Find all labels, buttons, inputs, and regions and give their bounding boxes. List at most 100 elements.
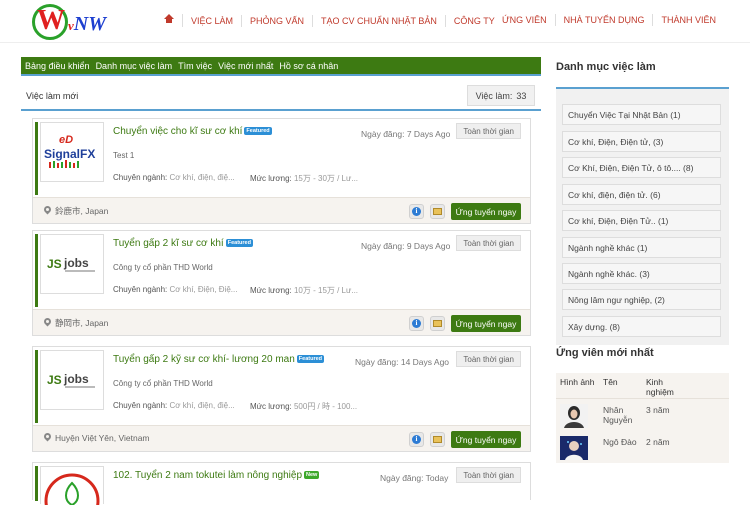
job-card[interactable]: JS jobs Tuyển gấp 2 kĩ sư cơ khí Featured… xyxy=(32,230,531,336)
jobs-count-value: 33 xyxy=(516,90,527,101)
jobs-title: Việc làm mới xyxy=(26,91,79,101)
apply-button[interactable]: Ứng tuyển ngay xyxy=(451,431,521,448)
svg-text:eD: eD xyxy=(59,134,73,146)
category-item[interactable]: Cơ khí, điện, điện tử. (6) xyxy=(562,184,721,205)
job-card[interactable]: eD SignalFX Chuyển việc cho kĩ sư cơ khí… xyxy=(32,118,531,224)
category-item[interactable]: Ngành nghề khác. (3) xyxy=(562,263,721,284)
toolbar-latest[interactable]: Việc mới nhất xyxy=(218,61,273,71)
message-button[interactable] xyxy=(430,316,445,331)
category-item[interactable]: Ngành nghề khác (1) xyxy=(562,237,721,258)
job-industry: Chuyên ngành: Cơ khí, điện, điệ... xyxy=(113,401,235,410)
svg-text:jobs: jobs xyxy=(63,372,89,386)
card-footer: 静岡市, Japan i Ứng tuyển ngay xyxy=(33,309,530,335)
envelope-icon xyxy=(433,208,442,215)
svg-text:JS: JS xyxy=(47,373,62,387)
categories-title: Danh mục việc làm xyxy=(556,61,656,73)
info-button[interactable]: i xyxy=(409,204,424,219)
nav-tao-cv[interactable]: TẠO CV CHUẨN NHẬT BẢN xyxy=(313,14,446,27)
card-footer: Huyện Việt Yên, Vietnam i Ứng tuyển ngay xyxy=(33,425,530,451)
job-date: Ngày đăng: 9 Days Ago xyxy=(361,241,451,251)
message-button[interactable] xyxy=(430,204,445,219)
nav-viec-lam[interactable]: VIỆC LÀM xyxy=(183,14,243,27)
svg-text:jobs: jobs xyxy=(63,256,89,270)
job-card[interactable]: JS jobs Tuyển gấp 2 kỹ sư cơ khí- lương … xyxy=(32,346,531,452)
card-accent xyxy=(35,122,38,195)
jobs-count-badge: Việc làm: 33 xyxy=(467,85,535,106)
candidates-header: Hình ảnh Tên Kinh nghiệm xyxy=(556,373,729,399)
candidates-table: Hình ảnh Tên Kinh nghiệm Nhân Nguyễn 3 n… xyxy=(556,373,729,463)
job-salary: Mức lương: 10万 - 15万 / Lư... xyxy=(250,286,359,295)
card-accent xyxy=(35,234,38,307)
col-image: Hình ảnh xyxy=(560,377,595,387)
user-nav: ỨNG VIÊN NHÀ TUYỂN DỤNG THÀNH VIÊN xyxy=(494,14,724,26)
featured-badge: Featured xyxy=(296,355,325,364)
site-header: W vNW VIỆC LÀM PHỎNG VẤN TẠO CV CHUẨN NH… xyxy=(0,0,750,44)
job-type-tag: Toàn thời gian xyxy=(456,123,521,139)
map-pin-icon xyxy=(44,318,51,328)
jobs-count-label: Việc làm: xyxy=(475,90,513,101)
job-type-tag: Toàn thời gian xyxy=(456,351,521,367)
jobs-header: Việc làm mới Việc làm: 33 xyxy=(21,84,541,111)
job-title[interactable]: Tuyển gấp 2 kỹ sư cơ khí- lương 20 man Fe… xyxy=(113,354,325,365)
company-logo-jobs[interactable]: JS jobs xyxy=(40,234,104,294)
job-date: Ngày đăng: 7 Days Ago xyxy=(361,129,451,139)
header-divider xyxy=(0,42,750,43)
job-location: 鈴鹿市, Japan xyxy=(44,205,108,217)
avatar[interactable] xyxy=(560,404,588,428)
company-name: Công ty cổ phần THD World xyxy=(113,263,213,272)
toolbar-profile[interactable]: Hồ sơ cá nhân xyxy=(279,61,338,71)
home-link[interactable] xyxy=(156,14,183,27)
envelope-icon xyxy=(433,320,442,327)
candidate-row[interactable]: Nhân Nguyễn 3 năm xyxy=(556,401,729,433)
card-accent xyxy=(35,466,38,501)
map-pin-icon xyxy=(44,433,51,443)
avatar[interactable] xyxy=(560,436,588,460)
card-footer: 鈴鹿市, Japan i Ứng tuyển ngay xyxy=(33,197,530,223)
new-badge: New xyxy=(304,471,320,480)
toolbar-categories[interactable]: Danh mục việc làm xyxy=(96,61,173,71)
company-logo-jobs[interactable]: JS jobs xyxy=(40,350,104,410)
company-logo-signalfx[interactable]: eD SignalFX xyxy=(40,122,104,182)
svg-text:SignalFX: SignalFX xyxy=(44,147,95,161)
site-logo[interactable]: W vNW xyxy=(32,4,128,40)
job-title[interactable]: 102. Tuyển 2 nam tokutei làm nông nghiệp… xyxy=(113,470,320,481)
candidate-exp: 3 năm xyxy=(646,405,670,415)
logo-text: vNW xyxy=(68,13,107,35)
job-salary: Mức lương: 15万 - 30万 / Lư... xyxy=(250,174,359,183)
candidate-name[interactable]: Nhân Nguyễn xyxy=(603,405,643,425)
featured-badge: Featured xyxy=(225,239,253,248)
toolbar-dashboard[interactable]: Bảng điều khiển xyxy=(25,61,90,71)
info-button[interactable]: i xyxy=(409,432,424,447)
job-title[interactable]: Chuyển việc cho kĩ sư cơ khí Featured xyxy=(113,126,272,137)
nav-nha-tuyen-dung[interactable]: NHÀ TUYỂN DỤNG xyxy=(556,14,654,26)
job-card[interactable]: 102. Tuyển 2 nam tokutei làm nông nghiệp… xyxy=(32,462,531,505)
main-nav: VIỆC LÀM PHỎNG VẤN TẠO CV CHUẨN NHẬT BẢN… xyxy=(156,14,503,27)
category-item[interactable]: Cơ Khí, Điện, Điện Tử, ô tô.... (8) xyxy=(562,157,721,178)
job-industry: Chuyên ngành: Cơ khí, điện, điệ... xyxy=(113,173,235,182)
job-title[interactable]: Tuyển gấp 2 kĩ sư cơ khí Featured xyxy=(113,238,253,249)
home-icon xyxy=(164,14,174,24)
candidate-name[interactable]: Ngô Đào xyxy=(603,437,637,447)
apply-button[interactable]: Ứng tuyển ngay xyxy=(451,203,521,220)
company-name: Test 1 xyxy=(113,151,135,160)
dashboard-toolbar: Bảng điều khiển Danh mục việc làm Tìm vi… xyxy=(21,57,541,76)
nav-phong-van[interactable]: PHỎNG VẤN xyxy=(242,14,314,27)
nav-ung-vien[interactable]: ỨNG VIÊN xyxy=(494,14,556,26)
col-name: Tên xyxy=(603,377,618,387)
toolbar-search[interactable]: Tìm việc xyxy=(178,61,212,71)
candidate-exp: 2 năm xyxy=(646,437,670,447)
candidate-row[interactable]: Ngô Đào 2 năm xyxy=(556,433,729,465)
category-item[interactable]: Nông lâm ngư nghiệp, (2) xyxy=(562,289,721,310)
category-item[interactable]: Chuyển Việc Tại Nhật Bản (1) xyxy=(562,104,721,125)
category-item[interactable]: Xây dựng. (8) xyxy=(562,316,721,337)
candidates-title: Ứng viên mới nhất xyxy=(556,347,654,359)
company-logo-circle[interactable] xyxy=(40,466,104,505)
apply-button[interactable]: Ứng tuyển ngay xyxy=(451,315,521,332)
message-button[interactable] xyxy=(430,432,445,447)
job-date: Ngày đăng: Today xyxy=(380,473,449,483)
nav-thanh-vien[interactable]: THÀNH VIÊN xyxy=(653,14,724,26)
category-item[interactable]: Cơ khí, Điện, Điện Tử.. (1) xyxy=(562,210,721,231)
col-experience: Kinh nghiệm xyxy=(646,377,674,397)
category-item[interactable]: Cơ khí, Điện, Điện tử, (3) xyxy=(562,131,721,152)
info-button[interactable]: i xyxy=(409,316,424,331)
